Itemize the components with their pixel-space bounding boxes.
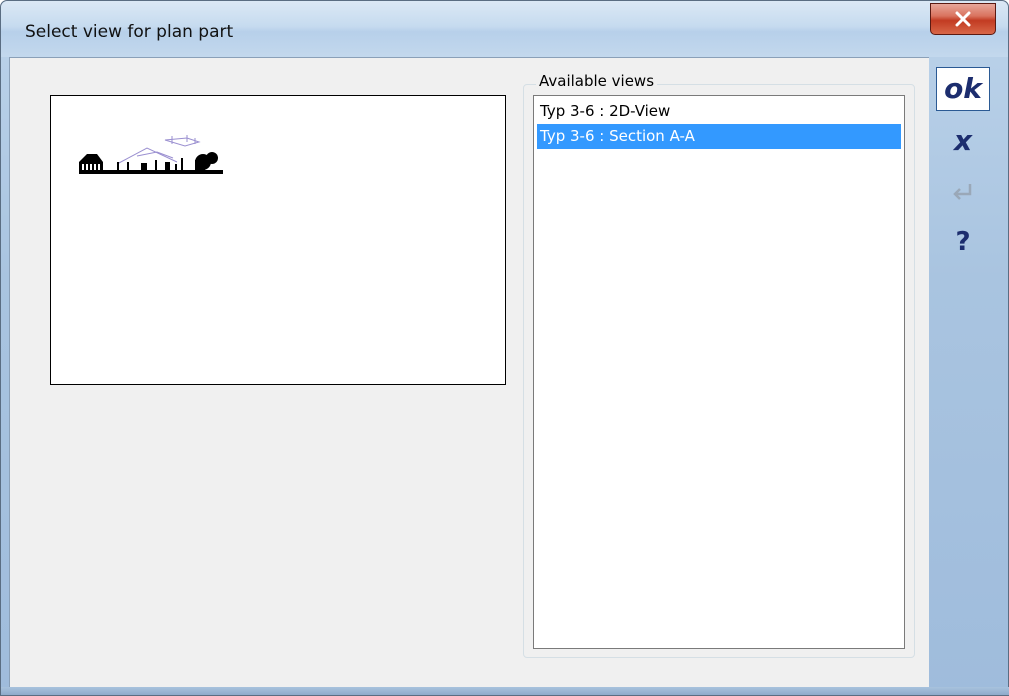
- views-listbox[interactable]: Typ 3-6 : 2D-View Typ 3-6 : Section A-A: [533, 95, 905, 649]
- help-button[interactable]: ?: [936, 220, 990, 264]
- cancel-button[interactable]: x: [936, 119, 990, 163]
- available-views-label: Available views: [536, 72, 658, 90]
- title-bar[interactable]: Select view for plan part: [1, 1, 1008, 57]
- house-elevation-thumbnail: [79, 135, 223, 174]
- cancel-label: x: [953, 124, 973, 157]
- window-bottom-border: [1, 687, 1009, 695]
- enter-return-icon: [953, 184, 972, 200]
- ok-label: ok: [944, 72, 982, 105]
- close-icon: [955, 11, 971, 27]
- window-title: Select view for plan part: [25, 22, 234, 42]
- enter-button[interactable]: [936, 169, 990, 213]
- dialog-window: Select view for plan part Available view…: [0, 0, 1009, 696]
- list-item-section-a-a[interactable]: Typ 3-6 : Section A-A: [537, 124, 901, 149]
- view-preview: [50, 95, 506, 385]
- close-button[interactable]: [930, 3, 996, 35]
- ok-button[interactable]: ok: [936, 67, 990, 111]
- dialog-body: Available views Typ 3-6 : 2D-View Typ 3-…: [9, 57, 929, 689]
- available-views-group: Available views Typ 3-6 : 2D-View Typ 3-…: [523, 72, 915, 658]
- list-item-2d-view[interactable]: Typ 3-6 : 2D-View: [537, 99, 901, 124]
- action-toolbar: ok x ?: [930, 57, 1002, 689]
- help-label: ?: [955, 227, 971, 257]
